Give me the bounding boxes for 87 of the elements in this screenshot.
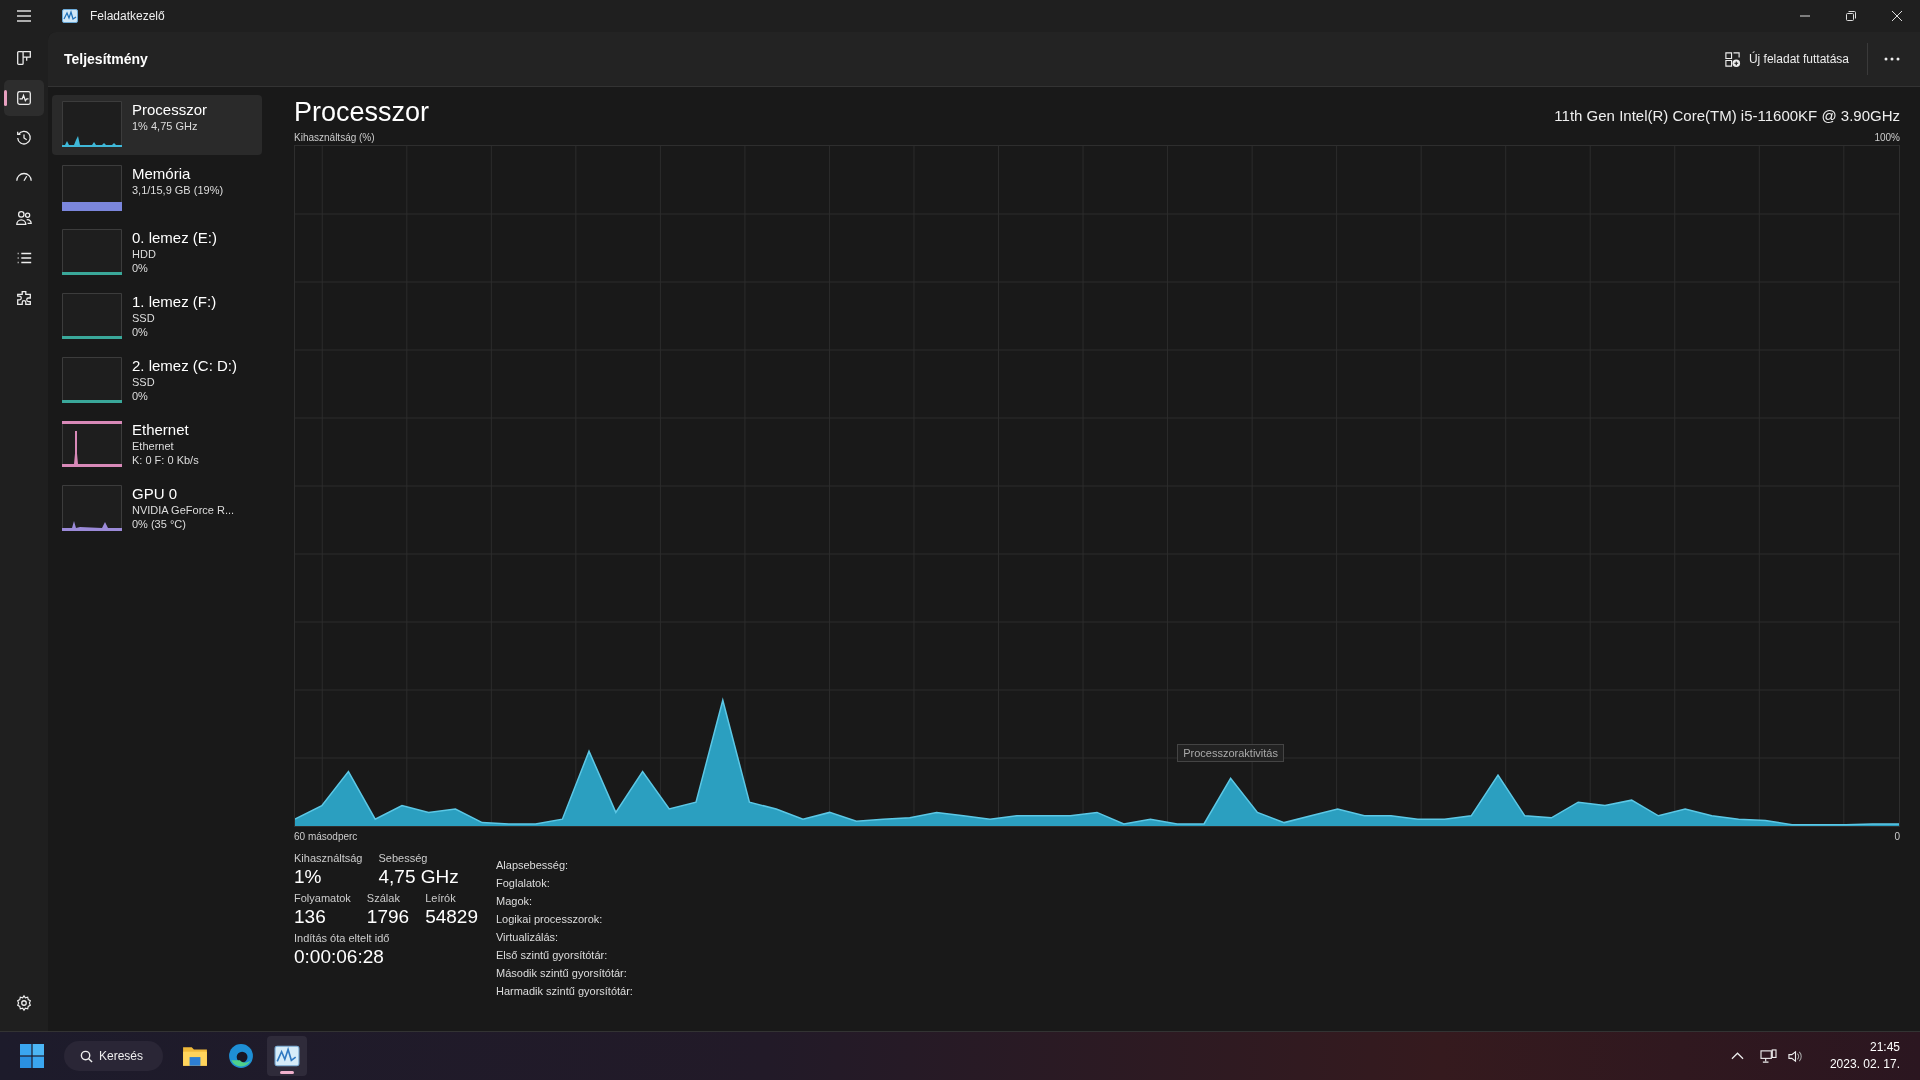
resource-detail: SSD	[132, 375, 156, 389]
resource-detail: 1% 4,75 GHz	[132, 119, 199, 133]
network-icon[interactable]	[1759, 1048, 1777, 1064]
resource-detail: Ethernet	[132, 439, 175, 453]
resource-item[interactable]: Processzor 1% 4,75 GHz	[52, 95, 262, 155]
stat-label: Folyamatok	[294, 892, 351, 904]
resource-name: Processzor	[132, 101, 208, 119]
resource-detail: 3,1/15,9 GB (19%)	[132, 183, 224, 197]
resource-detail: 0%	[132, 325, 149, 339]
sparkline-thumbnail	[62, 485, 122, 531]
resource-name: Ethernet	[132, 421, 190, 439]
resource-name: 1. lemez (F:)	[132, 293, 217, 311]
stat-label: Szálak	[366, 892, 401, 904]
time-span-label: 60 másodperc	[294, 831, 358, 842]
resource-detail: NVIDIA GeForce R...	[132, 503, 235, 517]
detail-label: Harmadik szintű gyorsítótár:	[496, 984, 633, 999]
more-icon	[1884, 57, 1900, 61]
stat-value: 1%	[294, 866, 323, 888]
detail-label: Alapsebesség:	[496, 858, 570, 873]
add-task-icon	[1723, 50, 1741, 68]
sparkline-thumbnail	[62, 357, 122, 403]
chevron-up-icon[interactable]	[1730, 1052, 1744, 1060]
detail-label: Logikai processzorok:	[496, 912, 604, 927]
resource-item[interactable]: 2. lemez (C: D:) SSD 0%	[52, 351, 262, 411]
history-icon	[15, 129, 33, 147]
resource-detail: 0%	[132, 261, 149, 275]
restore-icon	[1846, 11, 1856, 21]
browser-icon	[228, 1043, 255, 1069]
resource-item[interactable]: 1. lemez (F:) SSD 0%	[52, 287, 262, 347]
performance-nav-button[interactable]	[4, 80, 44, 116]
detail-label: Első szintű gyorsítótár:	[496, 948, 609, 963]
users-icon	[15, 209, 33, 227]
sparkline-thumbnail	[62, 293, 122, 339]
grid-icon	[15, 49, 33, 67]
chart-icon	[274, 1043, 301, 1069]
stat-value: 4,75 GHz	[378, 866, 459, 888]
page-title: Teljesítmény	[64, 51, 148, 67]
settings-icon	[15, 994, 33, 1012]
resource-detail: 0%	[132, 389, 149, 403]
stat-label: Sebesség	[378, 852, 429, 864]
window-title: Feladatkezelő	[90, 9, 165, 23]
resource-name: 2. lemez (C: D:)	[132, 357, 237, 375]
resource-detail: HDD	[132, 247, 157, 261]
graph-end-label: 0	[1894, 831, 1900, 842]
resource-item[interactable]: 0. lemez (E:) HDD 0%	[52, 223, 262, 283]
stat-value: 0:00:06:28	[294, 946, 385, 968]
tooltip: Processzoraktivitás	[1177, 744, 1284, 763]
graph-max-label: 100%	[1874, 132, 1900, 143]
resource-detail: K: 0 F: 0 Kb/s	[132, 453, 199, 467]
search-icon	[80, 1049, 93, 1063]
sparkline-thumbnail	[62, 229, 122, 275]
close-icon	[1892, 11, 1902, 21]
resource-detail: SSD	[132, 311, 156, 325]
detail-label: Foglalatok:	[496, 876, 551, 891]
stat-label: Leírók	[425, 892, 457, 904]
resource-title: Processzor	[294, 97, 430, 128]
detail-label: Virtualizálás:	[496, 930, 560, 945]
clock-time: 21:45	[1869, 1040, 1900, 1055]
resource-item[interactable]: Ethernet Ethernet K: 0 F: 0 Kb/s	[52, 415, 262, 475]
resource-name: Memória	[132, 165, 192, 183]
start-button[interactable]	[20, 1044, 44, 1068]
resource-item[interactable]: Memória 3,1/15,9 GB (19%)	[52, 159, 262, 219]
resource-name: 0. lemez (E:)	[132, 229, 218, 247]
graph-label: Kihasználtság (%)	[294, 132, 375, 143]
resource-name: GPU 0	[132, 485, 178, 503]
app-icon	[62, 9, 78, 23]
menu-icon[interactable]	[16, 10, 32, 22]
stat-value: 54829	[425, 906, 478, 928]
puzzle-icon	[15, 289, 33, 307]
pulse-icon	[15, 89, 33, 107]
cpu-model: 11th Gen Intel(R) Core(TM) i5-11600KF @ 3.90GHz	[1554, 107, 1900, 124]
stat-value: 1796	[366, 906, 410, 928]
sparkline-thumbnail	[62, 101, 122, 147]
sparkline-thumbnail	[62, 165, 122, 211]
resource-detail: 0% (35 °C)	[132, 517, 187, 531]
stat-value: 136	[294, 906, 327, 928]
clock-date: 2023. 02. 17.	[1829, 1057, 1900, 1072]
search-button[interactable]: Keresés	[64, 1041, 164, 1071]
sparkline-thumbnail	[62, 421, 122, 467]
stat-label: Indítás óta eltelt idő	[294, 932, 390, 944]
volume-icon[interactable]	[1786, 1048, 1804, 1064]
run-new-task-button[interactable]: Új feladat futtatása	[1713, 42, 1859, 76]
taskmanager-taskbar-button[interactable]	[267, 1036, 308, 1076]
detail-label: Második szintű gyorsítótár:	[496, 966, 628, 981]
resource-item[interactable]: GPU 0 NVIDIA GeForce R... 0% (35 °C)	[52, 479, 262, 539]
stat-label: Kihasználtság	[294, 852, 363, 864]
detail-label: Magok:	[496, 894, 534, 909]
